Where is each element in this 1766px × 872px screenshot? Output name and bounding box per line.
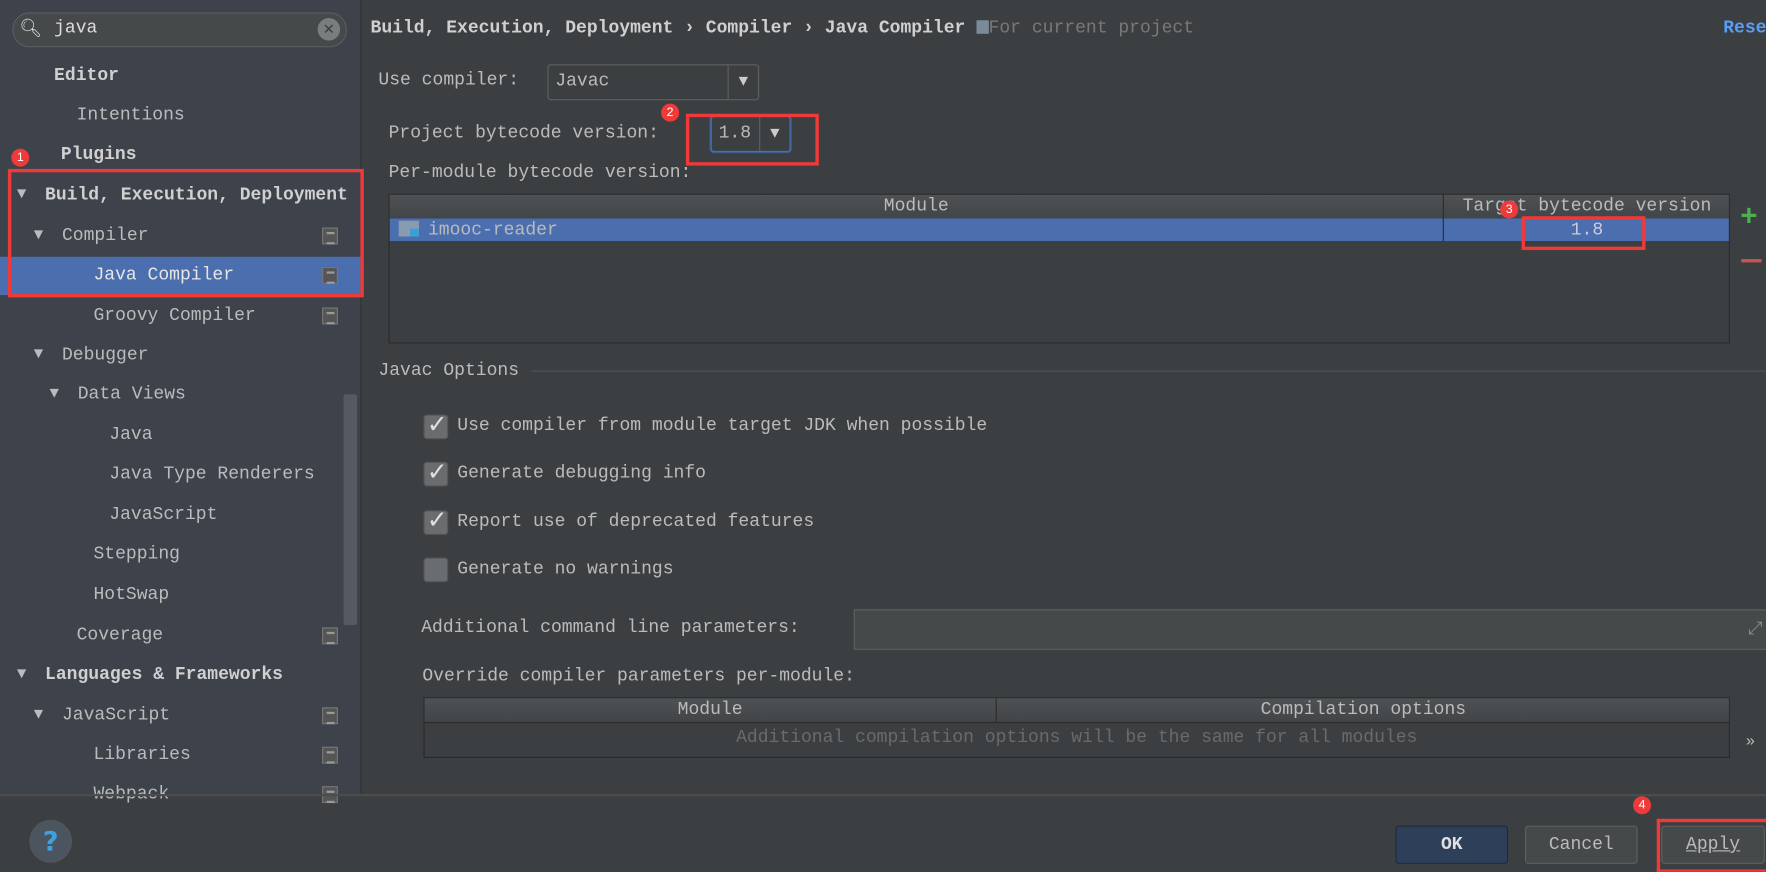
settings-dialog: 🔍︎ java ✕ Editor Intentions Plugins ▼ Build,… [0, 0, 1766, 872]
sidebar-item[interactable]: ▼ Data Views [0, 375, 360, 413]
sidebar-item-label: Debugger [61, 344, 149, 365]
checkbox-label: Generate no warnings [457, 558, 674, 579]
cmd-params-label: Additional command line parameters: [421, 617, 800, 638]
expand-arrow-icon[interactable]: ▼ [50, 375, 59, 413]
bytecode-label: Project bytecode version: [388, 122, 659, 144]
column-header-module[interactable]: Module [425, 698, 996, 722]
checkbox-label: Use compiler from module target JDK when… [457, 415, 988, 436]
override-table: Module Compilation options Additional co… [423, 697, 1730, 758]
compiler-dropdown[interactable]: Javac ▼ [547, 64, 760, 101]
cmd-params-input[interactable]: ⤢ [853, 609, 1766, 650]
sidebar-item-label: Libraries [93, 744, 191, 765]
table-header: Module Compilation options [424, 698, 1730, 724]
override-label: Override compiler parameters per-module: [422, 665, 855, 686]
annotation-box-3 [1521, 216, 1646, 251]
checkbox-debugging-info[interactable] [423, 458, 449, 487]
sidebar-item-label: Stepping [93, 543, 180, 565]
sidebar-item-label: Java [109, 424, 153, 445]
expand-arrow-icon[interactable]: ▼ [34, 696, 43, 734]
sidebar-item-label: JavaScript [109, 504, 218, 525]
cancel-button[interactable]: Cancel [1524, 825, 1638, 864]
use-compiler-label: Use compiler: [378, 69, 520, 91]
sidebar-item[interactable]: ▼ Debugger [0, 336, 360, 374]
sidebar-item-label: JavaScript [61, 705, 171, 726]
compiler-value: Javac [555, 70, 610, 92]
checkbox-use-module-jdk[interactable] [423, 411, 449, 440]
settings-sidebar: 🔍︎ java ✕ Editor Intentions Plugins ▼ Build,… [0, 0, 362, 804]
annotation-badge: 1 [11, 148, 30, 167]
project-scope-icon [976, 20, 989, 34]
sidebar-item[interactable]: Intentions [0, 96, 360, 134]
sidebar-scrollbar[interactable] [343, 394, 358, 626]
sidebar-item-label: Intentions [76, 104, 185, 126]
sidebar-item[interactable]: Coverage [0, 616, 360, 654]
help-button[interactable]: ? [29, 819, 73, 863]
sidebar-item[interactable]: Plugins [0, 135, 360, 173]
breadcrumb-item: Java Compiler [824, 18, 966, 39]
expand-arrow-icon[interactable]: ▼ [34, 336, 43, 374]
breadcrumb-item: Build, Execution, Deployment [370, 18, 674, 39]
per-module-label: Per-module bytecode version: [388, 162, 692, 183]
project-scope-icon [322, 307, 338, 325]
sidebar-item[interactable]: Groovy Compiler [0, 296, 360, 334]
sidebar-item-label: Data Views [77, 384, 186, 405]
empty-table-text: Additional compilation options will be t… [736, 727, 1418, 748]
ok-button[interactable]: OK [1395, 825, 1509, 864]
search-input[interactable]: java [54, 18, 97, 38]
sidebar-item-label: Languages & Frameworks [45, 664, 283, 685]
remove-icon[interactable] [1741, 259, 1762, 263]
more-icon[interactable]: » [1746, 733, 1755, 751]
column-header-target[interactable]: Target bytecode version [1442, 194, 1730, 219]
sidebar-item[interactable]: JavaScript [0, 496, 360, 534]
search-field[interactable]: 🔍︎ java ✕ [12, 12, 347, 48]
sidebar-item[interactable]: Libraries [0, 735, 360, 773]
section-divider [531, 370, 1766, 372]
sidebar-item[interactable]: Java [0, 416, 360, 454]
module-folder-icon [398, 220, 419, 237]
annotation-badge: 2 [661, 103, 680, 122]
sidebar-item-label: Editor [54, 65, 119, 86]
breadcrumb: Build, Execution, Deployment › Compiler … [370, 18, 1195, 39]
chevron-down-icon: ▼ [727, 65, 758, 100]
checkbox-no-warnings[interactable] [423, 557, 449, 583]
column-header-module[interactable]: Module [390, 195, 1443, 219]
search-icon: 🔍︎ [19, 16, 43, 39]
annotation-badge: 4 [1633, 796, 1652, 815]
sidebar-item[interactable]: Stepping [0, 535, 360, 573]
project-scope-icon [322, 746, 338, 764]
project-scope-icon [322, 627, 338, 645]
sidebar-item[interactable]: ▼ Languages & Frameworks [0, 655, 360, 693]
breadcrumb-item: Compiler [705, 18, 793, 39]
reset-link[interactable]: Reset [1723, 18, 1766, 38]
sidebar-item-label: Coverage [76, 625, 164, 646]
expand-icon[interactable]: ⤢ [1748, 617, 1762, 640]
sidebar-item-label: HotSwap [93, 584, 170, 605]
annotation-box-2 [685, 113, 819, 166]
checkbox-deprecated[interactable] [423, 507, 449, 535]
checkbox-label: Generate debugging info [457, 462, 707, 484]
module-name: imooc-reader [427, 219, 558, 240]
sidebar-item-label: Groovy Compiler [93, 305, 256, 326]
sidebar-item[interactable]: HotSwap [0, 576, 360, 614]
footer-divider [0, 794, 1766, 797]
expand-arrow-icon[interactable]: ▼ [17, 655, 26, 693]
checkbox-label: Report use of deprecated features [457, 511, 815, 532]
annotation-box-1 [7, 168, 364, 298]
annotation-box-4 [1656, 818, 1766, 872]
sidebar-item-label: Java Type Renderers [109, 464, 315, 485]
sidebar-item[interactable]: Editor [0, 56, 360, 94]
sidebar-item-label: Plugins [60, 144, 137, 165]
sidebar-item[interactable]: ▼ JavaScript [0, 696, 360, 734]
annotation-badge: 3 [1500, 200, 1519, 219]
sidebar-item[interactable]: Java Type Renderers [0, 455, 360, 493]
javac-options-title: Javac Options [378, 360, 520, 381]
project-scope-icon [322, 707, 338, 725]
clear-icon[interactable]: ✕ [317, 18, 341, 41]
scope-label: For current project [988, 18, 1195, 39]
add-icon[interactable]: + [1740, 200, 1758, 234]
column-header-options[interactable]: Compilation options [995, 698, 1730, 722]
